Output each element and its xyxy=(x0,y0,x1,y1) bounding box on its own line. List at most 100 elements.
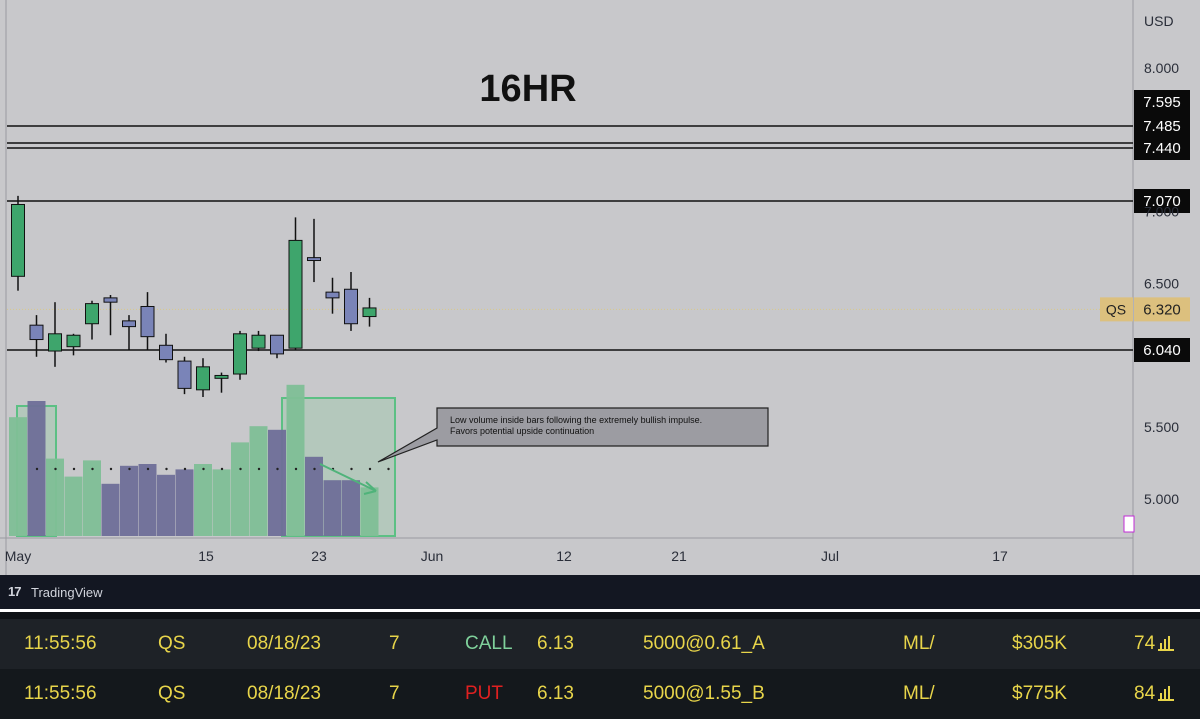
volume-average-dot xyxy=(109,467,113,471)
candle-body xyxy=(159,344,173,361)
price-chart[interactable]: 7.5957.4857.4407.0706.040QS 6.320 Low vol… xyxy=(0,0,1200,575)
flow-score-value: 74 xyxy=(1134,633,1156,654)
flow-score-value: 84 xyxy=(1134,683,1156,704)
volume-bar xyxy=(323,480,342,536)
level-label: 7.595 xyxy=(1143,94,1181,111)
volume-bar xyxy=(194,464,212,536)
volume-average-dot xyxy=(239,467,242,471)
candle-body xyxy=(214,374,229,379)
volume-average-dot xyxy=(183,467,187,471)
tradingview-footer: 17 TradingView xyxy=(0,575,1200,609)
volume-bar xyxy=(249,426,268,536)
flow-score: 84 xyxy=(1134,683,1175,705)
volume-average-dot xyxy=(368,467,372,471)
bar-chart-icon xyxy=(1158,636,1175,651)
flow-ml: ML/ xyxy=(903,683,935,704)
candle-body xyxy=(48,333,62,352)
chart-panel[interactable]: 7.595 7.485 7.440 7.070 6.040 QS 6.320 Low vol… xyxy=(0,0,1200,575)
y-tick-label: 8.000 xyxy=(1144,60,1179,76)
volume-average-dot xyxy=(146,467,150,471)
volume-bar xyxy=(268,429,286,536)
annotation-text: Favors potential upside continuation xyxy=(450,426,594,436)
flow-premium: $775K xyxy=(1012,683,1067,704)
chart-title: 16HR xyxy=(479,68,576,110)
candle-body xyxy=(288,239,303,349)
volume-bar xyxy=(360,487,379,536)
volume-bar xyxy=(46,458,64,536)
volume-average-dot xyxy=(350,467,353,471)
volume-bar xyxy=(83,460,101,536)
flow-spot: 6.13 xyxy=(537,683,574,704)
last-price-label: 6.320 xyxy=(1143,301,1181,318)
volume-average-dot xyxy=(202,467,205,471)
volume-average-dot xyxy=(72,467,76,471)
volume-bar xyxy=(101,483,120,536)
flow-size: 5000@1.55_B xyxy=(643,683,765,704)
x-tick-label: 17 xyxy=(992,548,1008,564)
x-tick-label: 21 xyxy=(671,548,687,564)
volume-bar xyxy=(9,417,27,536)
volume-bar xyxy=(342,480,360,536)
flow-time: 11:55:56 xyxy=(24,633,97,654)
volume-bar xyxy=(286,384,305,536)
volume-bar xyxy=(64,476,83,536)
x-tick-label: 23 xyxy=(311,548,327,564)
bar-chart-icon xyxy=(1158,686,1175,701)
candle-body xyxy=(307,257,321,262)
candle-body xyxy=(233,333,247,375)
flow-strike: 7 xyxy=(389,683,400,704)
volume-bar xyxy=(157,474,175,536)
currency-label: USD xyxy=(1144,13,1174,29)
flow-strike: 7 xyxy=(389,633,400,654)
candle-body xyxy=(270,334,284,355)
y-tick-label: 5.500 xyxy=(1144,419,1179,435)
volume-average-dot xyxy=(257,467,261,471)
flow-row[interactable]: 11:55:56 QS 08/18/23 7 CALL 6.13 5000@0.… xyxy=(0,619,1200,669)
volume-average-dot xyxy=(165,467,168,471)
event-marker xyxy=(1123,515,1135,533)
flow-expiry: 08/18/23 xyxy=(247,683,321,704)
volume-average-dot xyxy=(35,467,39,471)
volume-average-dot xyxy=(220,467,224,471)
volume-average-dot xyxy=(54,467,57,471)
flow-spot: 6.13 xyxy=(537,633,574,654)
tradingview-name: TradingView xyxy=(31,585,103,600)
tradingview-logo: 17 xyxy=(8,584,22,599)
x-tick-label: May xyxy=(5,548,31,564)
volume-bar xyxy=(120,465,138,536)
flow-type: CALL xyxy=(465,633,513,654)
level-label: 6.040 xyxy=(1143,342,1181,359)
volume-bar xyxy=(212,469,231,536)
volume-average-dot xyxy=(276,467,279,471)
flow-row[interactable]: 11:55:56 QS 08/18/23 7 PUT 6.13 5000@1.5… xyxy=(0,669,1200,719)
flow-expiry: 08/18/23 xyxy=(247,633,321,654)
y-tick-label: 5.000 xyxy=(1144,491,1179,507)
candle-body xyxy=(196,366,210,391)
level-label: 7.440 xyxy=(1143,140,1181,157)
volume-average-dot xyxy=(313,467,316,471)
y-tick-label: 7.000 xyxy=(1144,204,1179,220)
flow-score: 74 xyxy=(1134,633,1175,655)
candle-body xyxy=(85,303,99,325)
candle-body xyxy=(325,291,340,299)
candle-body xyxy=(344,288,358,325)
candle-body xyxy=(11,203,25,277)
candle-body xyxy=(122,320,136,328)
flow-time: 11:55:56 xyxy=(24,683,97,704)
flow-premium: $305K xyxy=(1012,633,1067,654)
x-tick-label: 15 xyxy=(198,548,214,564)
volume-average-dot xyxy=(387,467,390,471)
flow-type: PUT xyxy=(465,683,503,704)
x-tick-label: Jun xyxy=(421,548,444,564)
candle-body xyxy=(103,297,118,303)
volume-average-dot xyxy=(128,467,131,471)
candle-body xyxy=(251,334,266,349)
volume-bar xyxy=(231,442,249,536)
volume-bar xyxy=(175,469,194,536)
volume-average-dot xyxy=(91,467,94,471)
flow-ticker: QS xyxy=(158,633,186,654)
level-label: 7.485 xyxy=(1143,118,1181,135)
flow-ticker: QS xyxy=(158,683,186,704)
candle-body xyxy=(362,307,377,318)
candle-body xyxy=(29,324,44,341)
